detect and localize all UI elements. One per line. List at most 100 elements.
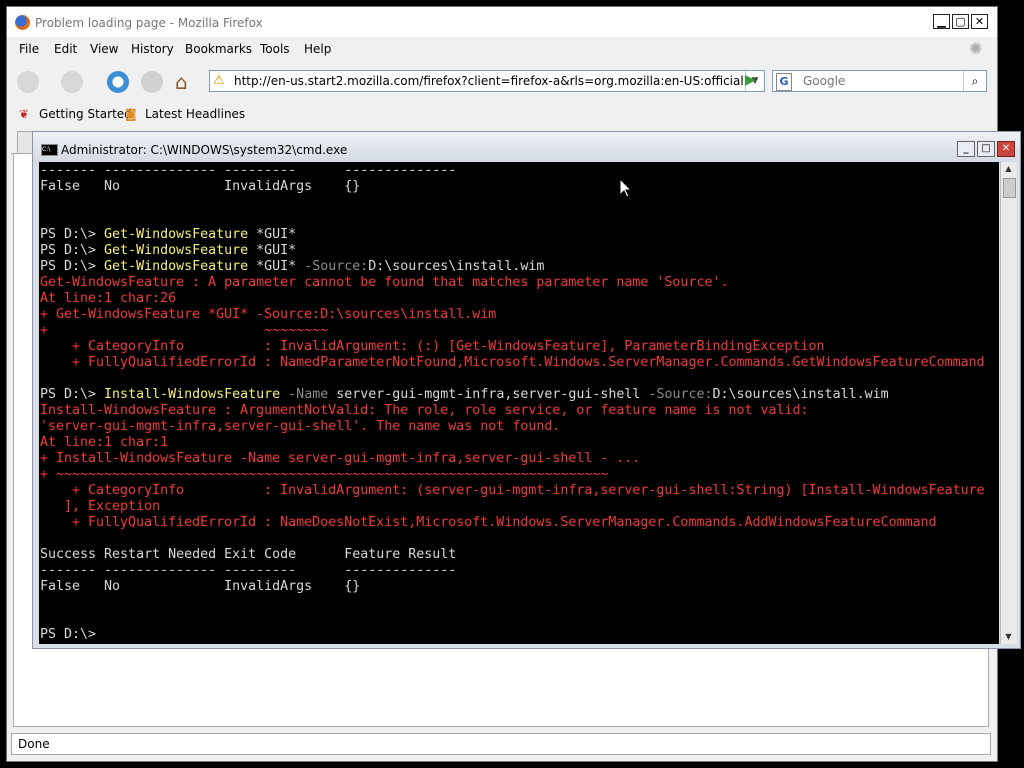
- search-engine-icon[interactable]: G: [776, 73, 792, 91]
- scroll-down-icon[interactable]: ▼: [1001, 630, 1016, 644]
- cmd-minimize-button[interactable]: _: [957, 141, 975, 157]
- maximize-button[interactable]: ▢: [952, 14, 969, 29]
- getting-started-icon: ❦: [19, 107, 30, 121]
- search-icon[interactable]: ⌕: [963, 71, 986, 91]
- console-text: At line:1 char:26: [40, 291, 177, 306]
- console-text: D:\sources\install.wim: [368, 259, 545, 274]
- console-line: + ~~~~~~~~~~~~~~~~~~~~~~~~~~~~~~~~~~~~~~…: [40, 467, 985, 483]
- console-text: Success Restart Needed Exit Code Feature…: [40, 547, 457, 562]
- console-text: -Source:: [304, 259, 369, 274]
- console-text: + FullyQualifiedErrorId : NameDoesNotExi…: [40, 515, 937, 530]
- back-icon[interactable]: [17, 71, 39, 93]
- console-text: Get-WindowsFeature: [104, 259, 249, 274]
- console-text: -Source:: [648, 387, 713, 402]
- console-text: 'server-gui-mgmt-infra,server-gui-shell'…: [40, 419, 561, 434]
- menu-file[interactable]: File: [19, 42, 39, 56]
- firefox-title-bar: Problem loading page - Mozilla Firefox ▁…: [7, 7, 997, 37]
- console-text: ------- -------------- --------- -------…: [40, 163, 457, 178]
- throbber-icon: ✺: [969, 39, 983, 58]
- bookmarks-toolbar: ❦ Getting Started ◙ Latest Headlines: [7, 103, 997, 125]
- search-box[interactable]: G ⌕: [772, 70, 987, 92]
- menu-bar: File Edit View History Bookmarks Tools H…: [7, 37, 997, 61]
- cmd-title-bar[interactable]: C:\ Administrator: C:\WINDOWS\system32\c…: [33, 132, 1020, 162]
- go-icon[interactable]: ▶: [745, 72, 756, 88]
- reload-icon[interactable]: [107, 71, 129, 93]
- forward-icon[interactable]: [61, 71, 83, 93]
- home-icon[interactable]: ⌂: [175, 70, 188, 94]
- console-text: ------- -------------- --------- -------…: [40, 563, 457, 578]
- cmd-close-button[interactable]: ✕: [997, 141, 1015, 157]
- menu-history[interactable]: History: [131, 42, 174, 56]
- menu-tools[interactable]: Tools: [260, 42, 290, 56]
- console-text: PS D:\>: [40, 627, 97, 642]
- navigation-toolbar: ⌂ ⚠ http://en-us.start2.mozilla.com/fire…: [7, 63, 997, 101]
- console-text: At line:1 char:1: [40, 435, 169, 450]
- console-line: 'server-gui-mgmt-infra,server-gui-shell'…: [40, 419, 985, 435]
- console-text: PS D:\>: [40, 227, 105, 242]
- mouse-cursor-icon: [619, 177, 633, 202]
- console-text: *GUI*: [248, 243, 297, 258]
- console-text: ], Exception: [40, 499, 161, 514]
- console-line: PS D:\> Get-WindowsFeature *GUI* -Source…: [40, 259, 985, 275]
- console-text: + CategoryInfo : InvalidArgument: (serve…: [40, 483, 985, 498]
- console-text: PS D:\>: [40, 387, 105, 402]
- console-text: False No InvalidArgs {}: [40, 179, 361, 194]
- close-button[interactable]: ✕: [971, 14, 988, 29]
- console-line: Get-WindowsFeature : A parameter cannot …: [40, 275, 985, 291]
- console-text: PS D:\>: [40, 259, 105, 274]
- console-text: + ~~~~~~~~: [40, 323, 329, 338]
- bookmark-latest-headlines[interactable]: Latest Headlines: [145, 107, 245, 121]
- console-text: -Name: [280, 387, 337, 402]
- cmd-window: C:\ Administrator: C:\WINDOWS\system32\c…: [32, 131, 1021, 649]
- scroll-thumb[interactable]: [1003, 178, 1016, 198]
- console-line: PS D:\> Install-WindowsFeature -Name ser…: [40, 387, 985, 403]
- console-output[interactable]: ------- -------------- --------- -------…: [39, 162, 999, 644]
- minimize-button[interactable]: ▁: [933, 14, 950, 29]
- console-line: + Get-WindowsFeature *GUI* -Source:D:\so…: [40, 307, 985, 323]
- firefox-window-title: Problem loading page - Mozilla Firefox: [35, 16, 263, 30]
- rss-icon: ◙: [125, 107, 137, 121]
- console-text: False No InvalidArgs {}: [40, 579, 361, 594]
- cmd-maximize-button[interactable]: □: [977, 141, 995, 157]
- console-text: + ~~~~~~~~~~~~~~~~~~~~~~~~~~~~~~~~~~~~~~…: [40, 467, 609, 482]
- status-text: Done: [18, 737, 50, 751]
- console-line: ], Exception: [40, 499, 985, 515]
- console-line: Install-WindowsFeature : ArgumentNotVali…: [40, 403, 985, 419]
- console-line: False No InvalidArgs {}: [40, 579, 985, 595]
- console-text: Install-WindowsFeature : ArgumentNotVali…: [40, 403, 809, 418]
- scroll-up-icon[interactable]: ▲: [1001, 162, 1016, 176]
- console-text: Get-WindowsFeature : A parameter cannot …: [40, 275, 729, 290]
- console-line: ------- -------------- --------- -------…: [40, 163, 985, 179]
- warning-icon: ⚠: [213, 73, 225, 88]
- vertical-scrollbar[interactable]: ▲ ▼: [1000, 162, 1017, 644]
- console-line: Success Restart Needed Exit Code Feature…: [40, 547, 985, 563]
- url-bar[interactable]: ⚠ http://en-us.start2.mozilla.com/firefo…: [209, 70, 765, 92]
- url-text[interactable]: http://en-us.start2.mozilla.com/firefox?…: [234, 74, 744, 88]
- console-text: Get-WindowsFeature: [104, 227, 249, 242]
- console-line: PS D:\>: [40, 627, 985, 643]
- console-line: ------- -------------- --------- -------…: [40, 563, 985, 579]
- menu-view[interactable]: View: [90, 42, 118, 56]
- cmd-icon: C:\: [41, 144, 58, 156]
- bookmark-getting-started[interactable]: Getting Started: [39, 107, 132, 121]
- menu-help[interactable]: Help: [304, 42, 331, 56]
- console-line: + Install-WindowsFeature -Name server-gu…: [40, 451, 985, 467]
- search-input[interactable]: [803, 73, 953, 89]
- menu-bookmarks[interactable]: Bookmarks: [185, 42, 252, 56]
- console-text: Get-WindowsFeature: [104, 243, 249, 258]
- console-line: + CategoryInfo : InvalidArgument: (:) [G…: [40, 339, 985, 355]
- menu-edit[interactable]: Edit: [54, 42, 77, 56]
- console-text: PS D:\>: [40, 243, 105, 258]
- console-line: PS D:\> Get-WindowsFeature *GUI*: [40, 227, 985, 243]
- console-line: At line:1 char:26: [40, 291, 985, 307]
- console-text: + Get-WindowsFeature *GUI* -Source:D:\so…: [40, 307, 497, 322]
- console-line: + CategoryInfo : InvalidArgument: (serve…: [40, 483, 985, 499]
- console-text: + FullyQualifiedErrorId : NamedParameter…: [40, 355, 985, 370]
- console-lines: ------- -------------- --------- -------…: [40, 163, 985, 643]
- console-text: server-gui-mgmt-infra,server-gui-shell: [336, 387, 649, 402]
- stop-icon[interactable]: [141, 71, 163, 93]
